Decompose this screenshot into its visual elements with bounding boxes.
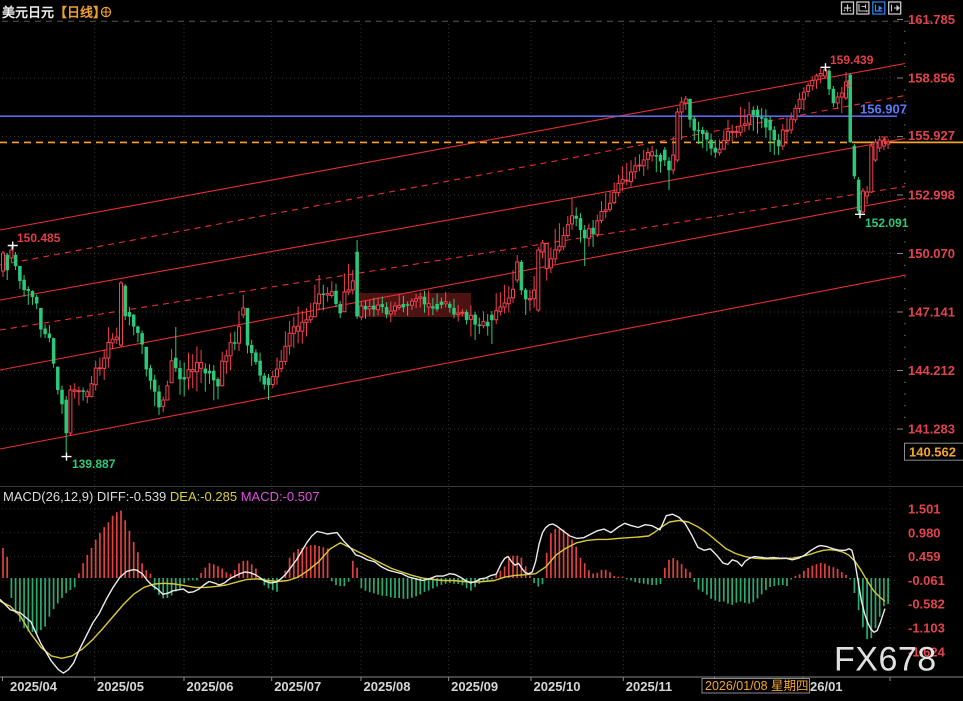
svg-text:26/01: 26/01 — [810, 679, 843, 694]
svg-text:158.856: 158.856 — [908, 71, 955, 86]
svg-text:150.070: 150.070 — [908, 246, 955, 261]
svg-text:2026/01/08 星期四: 2026/01/08 星期四 — [705, 679, 809, 693]
svg-text:2025/10: 2025/10 — [534, 679, 581, 694]
svg-text:MACD(26,12,9) DIFF:-0.539 DEA:: MACD(26,12,9) DIFF:-0.539 DEA:-0.285 MAC… — [3, 489, 319, 504]
svg-text:2025/05: 2025/05 — [97, 679, 144, 694]
svg-text:2025/06: 2025/06 — [187, 679, 234, 694]
svg-text:152.091: 152.091 — [865, 216, 909, 230]
svg-text:FX678: FX678 — [834, 641, 937, 679]
svg-text:150.485: 150.485 — [17, 231, 61, 245]
svg-text:-1.103: -1.103 — [908, 621, 945, 636]
svg-text:2025/08: 2025/08 — [364, 679, 411, 694]
svg-text:2025/07: 2025/07 — [274, 679, 321, 694]
svg-text:141.283: 141.283 — [908, 422, 955, 437]
svg-text:161.785: 161.785 — [908, 12, 955, 27]
svg-text:152.998: 152.998 — [908, 188, 955, 203]
svg-text:2025/04: 2025/04 — [10, 679, 58, 694]
svg-text:140.562: 140.562 — [909, 445, 956, 460]
svg-text:美元日元【日线】: 美元日元【日线】 — [2, 5, 106, 20]
svg-text:0.980: 0.980 — [908, 525, 941, 540]
svg-text:147.141: 147.141 — [908, 305, 955, 320]
svg-text:139.887: 139.887 — [72, 457, 116, 471]
svg-text:156.907: 156.907 — [860, 102, 907, 117]
svg-text:-0.061: -0.061 — [908, 573, 945, 588]
svg-text:2025/09: 2025/09 — [451, 679, 498, 694]
svg-text:1.501: 1.501 — [908, 502, 941, 517]
svg-text:2025/11: 2025/11 — [626, 679, 672, 694]
svg-text:-0.582: -0.582 — [908, 597, 945, 612]
svg-text:144.212: 144.212 — [908, 363, 955, 378]
svg-text:0.459: 0.459 — [908, 549, 941, 564]
svg-text:155.927: 155.927 — [908, 128, 955, 143]
svg-text:159.439: 159.439 — [830, 53, 874, 67]
